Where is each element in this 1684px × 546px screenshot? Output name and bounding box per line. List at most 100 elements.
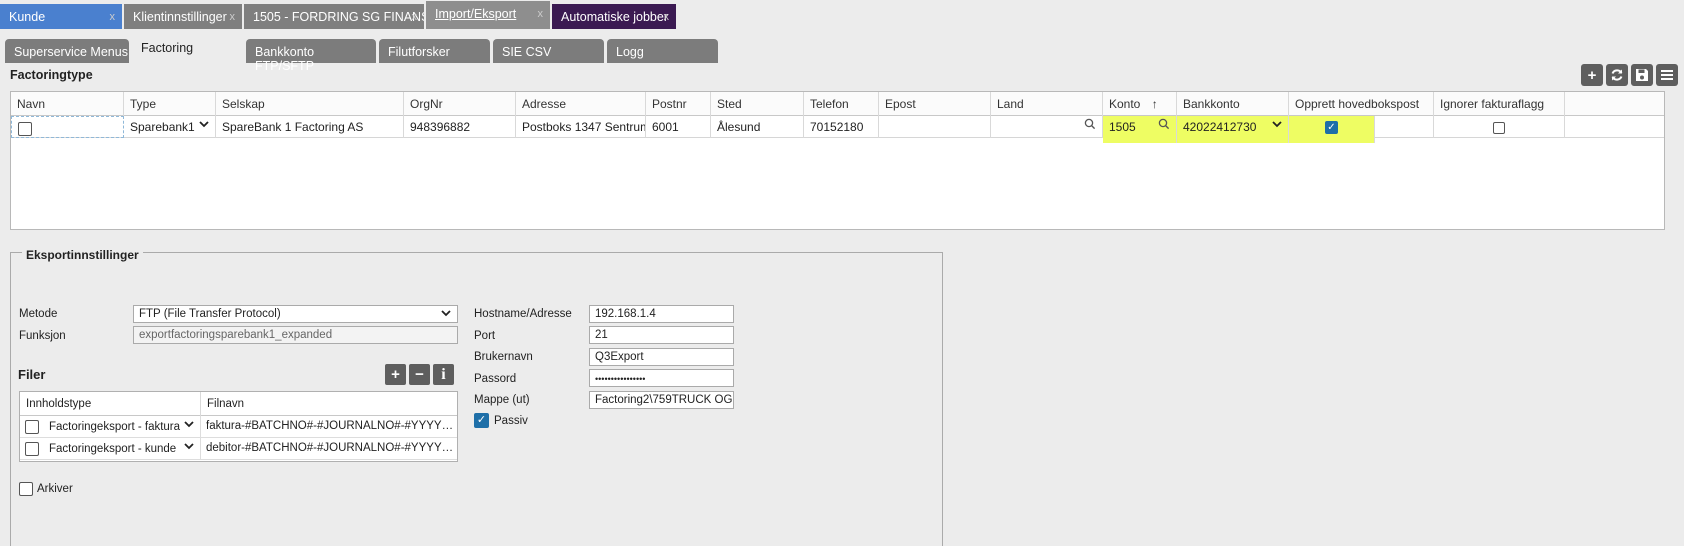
chevron-down-icon <box>1272 119 1282 132</box>
ignorer-fakturaflagg-checkbox[interactable] <box>1493 121 1505 134</box>
passord-label: Passord <box>474 373 517 385</box>
type-select[interactable]: Sparebank1 <box>124 116 216 138</box>
innholdstype-select[interactable]: Factoringeksport - faktura <box>20 416 201 438</box>
ignorer-fakturaflagg-cell[interactable] <box>1434 116 1565 138</box>
adresse-cell[interactable]: Postboks 1347 Sentrum <box>516 116 646 138</box>
port-field[interactable]: 21 <box>589 326 734 344</box>
section-title: Factoringtype <box>10 68 93 82</box>
doc-tab-automatiske-jobber[interactable]: Automatiske jobber x <box>552 4 676 29</box>
funksjon-label: Funksjon <box>19 330 66 342</box>
column-header-orgnr[interactable]: OrgNr <box>404 92 516 116</box>
postnr-cell[interactable]: 6001 <box>646 116 711 138</box>
close-icon[interactable]: x <box>110 11 116 23</box>
opprett-hovedbokspost-cell[interactable]: ✓ <box>1289 116 1375 143</box>
chevron-down-icon <box>184 419 194 432</box>
minus-icon[interactable]: − <box>409 364 430 385</box>
hostname-field[interactable]: 192.168.1.4 <box>589 305 734 323</box>
filer-toolbar: + − i <box>385 364 454 385</box>
search-icon[interactable] <box>1158 118 1170 130</box>
column-header-navn[interactable]: Navn <box>11 92 124 116</box>
search-icon[interactable] <box>1084 118 1096 130</box>
tab-bankkonto-ftp[interactable]: Bankkonto FTP/SFTP <box>246 39 376 73</box>
chevron-down-icon <box>184 441 194 454</box>
close-icon[interactable]: x <box>664 11 670 23</box>
column-header-type[interactable]: Type <box>124 92 216 116</box>
doc-tab-import-eksport[interactable]: Import/Eksport x <box>426 1 550 29</box>
filnavn-cell[interactable]: faktura-#BATCHNO#-#JOURNALNO#-#YYYYMMDD# <box>201 416 457 438</box>
plus-icon[interactable]: + <box>385 364 406 385</box>
row-checkbox[interactable] <box>25 420 39 434</box>
row-checkbox[interactable] <box>25 442 39 456</box>
land-lookup[interactable] <box>991 116 1103 138</box>
column-header-adresse[interactable]: Adresse <box>516 92 646 116</box>
doc-tab-kunde[interactable]: Kunde x <box>0 4 122 29</box>
passiv-option[interactable]: ✓ Passiv <box>474 413 528 428</box>
column-header-filnavn[interactable]: Filnavn <box>201 392 457 416</box>
innholdstype-select[interactable]: Factoringeksport - kunde <box>20 438 201 460</box>
column-header-ignorer-fakturaflagg[interactable]: Ignorer fakturaflagg <box>1434 92 1565 116</box>
hostname-label: Hostname/Adresse <box>474 308 572 320</box>
tab-filutforsker[interactable]: Filutforsker <box>379 39 490 63</box>
arkiver-label: Arkiver <box>37 483 73 495</box>
sted-cell[interactable]: Ålesund <box>711 116 804 138</box>
column-header-konto[interactable]: Konto ↑ <box>1103 92 1177 116</box>
column-header-innholdstype[interactable]: Innholdstype <box>20 392 201 416</box>
column-header-postnr[interactable]: Postnr <box>646 92 711 116</box>
telefon-cell[interactable]: 70152180 <box>804 116 879 138</box>
arkiver-option[interactable]: Arkiver <box>19 482 73 496</box>
mappe-field[interactable]: Factoring2\759TRUCK OG M <box>589 391 734 409</box>
sort-arrow-icon: ↑ <box>1151 97 1158 111</box>
passiv-label: Passiv <box>494 414 528 427</box>
refresh-icon[interactable] <box>1606 64 1628 86</box>
table-row[interactable]: Sparebank1 SpareBank 1 Factoring AS 9483… <box>11 116 1664 143</box>
row-select-checkbox[interactable] <box>18 122 32 137</box>
filer-table: Innholdstype Filnavn Factoringeksport - … <box>19 391 458 462</box>
doc-tab-klientinnstillinger[interactable]: Klientinnstillinger x <box>124 4 242 29</box>
port-label: Port <box>474 330 496 342</box>
doc-tab-fordring[interactable]: 1505 - FORDRING SG FINANS x <box>244 4 424 29</box>
column-header-epost[interactable]: Epost <box>879 92 991 116</box>
column-header-land[interactable]: Land <box>991 92 1103 116</box>
selskap-cell[interactable]: SpareBank 1 Factoring AS <box>216 116 404 138</box>
table-row[interactable]: Factoringeksport - kunde debitor-#BATCHN… <box>20 438 457 460</box>
konto-lookup[interactable]: 1505 <box>1103 116 1177 143</box>
tab-superservice-menus[interactable]: Superservice Menus <box>5 39 129 63</box>
column-header-sted[interactable]: Sted <box>711 92 804 116</box>
column-header-selskap[interactable]: Selskap <box>216 92 404 116</box>
save-icon[interactable] <box>1631 64 1653 86</box>
eksportinnstillinger-legend: Eksportinnstillinger <box>22 248 143 262</box>
sub-tabs: Superservice Menus Factoring Bankkonto F… <box>5 36 721 73</box>
brukernavn-field[interactable]: Q3Export <box>589 348 734 366</box>
close-icon[interactable]: x <box>538 8 544 20</box>
opprett-hovedbokspost-checkbox[interactable]: ✓ <box>1325 121 1338 135</box>
orgnr-cell[interactable]: 948396882 <box>404 116 516 138</box>
table-row[interactable]: Factoringeksport - faktura faktura-#BATC… <box>20 416 457 438</box>
document-tabs: Kunde x Klientinnstillinger x 1505 - FORDR… <box>0 1 1684 30</box>
column-header-telefon[interactable]: Telefon <box>804 92 879 116</box>
tab-factoring[interactable]: Factoring <box>132 36 243 63</box>
info-icon[interactable]: i <box>433 364 454 385</box>
column-header-opprett-hovedbokspost[interactable]: Opprett hovedbokspost <box>1289 92 1434 116</box>
column-header-bankkonto[interactable]: Bankkonto <box>1177 92 1289 116</box>
close-icon[interactable]: x <box>230 11 236 23</box>
grid-header: Navn Type Selskap OrgNr Adresse Postnr S… <box>11 92 1664 116</box>
metode-label: Metode <box>19 308 58 320</box>
close-icon[interactable]: x <box>412 11 418 23</box>
menu-icon[interactable] <box>1656 64 1678 86</box>
filnavn-cell[interactable]: debitor-#BATCHNO#-#JOURNALNO#-#YYYYMMDD# <box>201 438 457 460</box>
metode-select[interactable]: FTP (File Transfer Protocol) <box>133 305 458 323</box>
tab-sie-csv[interactable]: SIE CSV <box>493 39 604 63</box>
epost-cell[interactable] <box>879 116 991 138</box>
factoringtype-grid: Navn Type Selskap OrgNr Adresse Postnr S… <box>10 91 1665 230</box>
passord-field[interactable]: •••••••••••••••• <box>589 369 734 387</box>
navn-cell[interactable] <box>11 116 124 138</box>
filer-header: Innholdstype Filnavn <box>20 392 457 416</box>
plus-icon[interactable]: + <box>1581 64 1603 86</box>
passiv-checkbox[interactable]: ✓ <box>474 413 489 428</box>
arkiver-checkbox[interactable] <box>19 482 33 496</box>
mappe-label: Mappe (ut) <box>474 394 530 406</box>
opprett-hovedbokspost-cell-rest <box>1375 116 1434 138</box>
tab-logg[interactable]: Logg <box>607 39 718 63</box>
bankkonto-select[interactable]: 42022412730 <box>1177 116 1289 143</box>
funksjon-field: exportfactoringsparebank1_expanded <box>133 326 458 344</box>
